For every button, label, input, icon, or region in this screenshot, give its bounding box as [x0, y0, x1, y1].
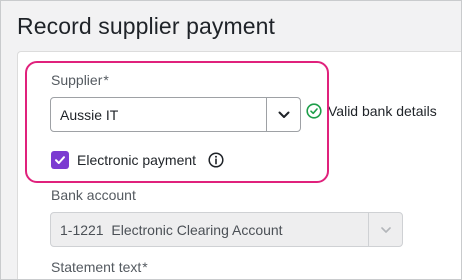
select-divider [266, 98, 267, 131]
dialog-frame: Record supplier payment Supplier* Aussie… [0, 0, 462, 280]
chevron-down-icon [381, 227, 391, 233]
supplier-label: Supplier* [51, 72, 109, 88]
bank-account-select[interactable]: 1-1221 Electronic Clearing Account [50, 212, 403, 247]
electronic-payment-row: Electronic payment [51, 151, 224, 169]
chevron-down-icon[interactable] [277, 108, 291, 122]
electronic-payment-label[interactable]: Electronic payment [77, 152, 196, 168]
check-circle-icon [306, 103, 322, 119]
electronic-payment-checkbox[interactable] [51, 151, 69, 169]
statement-text-label: Statement text* [51, 259, 148, 275]
required-marker: * [103, 72, 109, 88]
supplier-select[interactable]: Aussie IT [50, 97, 301, 132]
bank-details-validation: Valid bank details [306, 101, 437, 121]
supplier-select-value: Aussie IT [60, 107, 119, 123]
bank-account-label: Bank account [51, 187, 136, 203]
validation-text: Valid bank details [328, 103, 437, 119]
bank-account-select-value: 1-1221 Electronic Clearing Account [60, 222, 283, 238]
statement-text-label-text: Statement text [51, 259, 142, 275]
info-icon[interactable] [208, 152, 224, 168]
page-title: Record supplier payment [17, 13, 275, 39]
supplier-label-text: Supplier [51, 72, 103, 88]
required-marker: * [142, 259, 148, 275]
checkmark-icon [55, 156, 65, 164]
select-divider [368, 213, 369, 246]
